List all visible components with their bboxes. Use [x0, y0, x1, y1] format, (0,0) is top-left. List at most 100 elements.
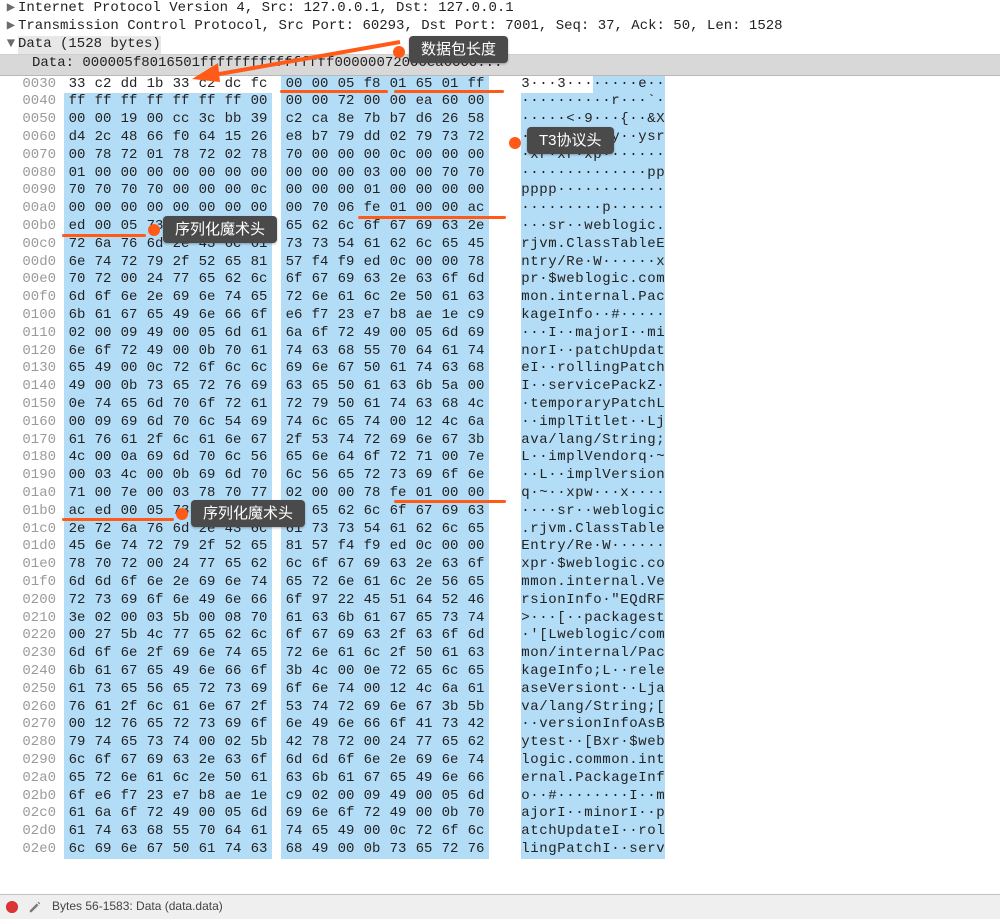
hex-bytes[interactable]: 6e6f7249000b70617463685570646174	[64, 343, 503, 361]
hex-offset: 02d0	[0, 823, 64, 841]
hex-row[interactable]: 0040ffffffffffffff000000720000ea6000····…	[0, 93, 1000, 111]
hex-bytes[interactable]: 616a6f724900056d696e6f7249000b70	[64, 805, 503, 823]
hex-row[interactable]: 02007273696f6e496e666f97224551645246rsio…	[0, 592, 1000, 610]
hex-row[interactable]: 01c02e726a766d2e436c6173735461626c65.rjv…	[0, 521, 1000, 539]
hex-row[interactable]: 00700078720178720278700000000c000000·xr·…	[0, 147, 1000, 165]
hex-bytes[interactable]: 001276657273696f6e496e666f417342	[64, 716, 503, 734]
hex-bytes[interactable]: 2e726a766d2e436c6173735461626c65	[64, 521, 503, 539]
hex-row[interactable]: 01500e74656d706f7261727950617463684c·tem…	[0, 396, 1000, 414]
expand-icon[interactable]: ▶	[4, 0, 18, 18]
hex-bytes[interactable]: 6b616765496e666fe6f723e7b8ae1ec9	[64, 307, 503, 325]
tree-row-ipv4[interactable]: ▶ Internet Protocol Version 4, Src: 127.…	[0, 0, 1000, 18]
tree-row-data-sub[interactable]: Data: 000005f8016501ffffffffffffffff0000…	[0, 54, 1000, 75]
collapse-icon[interactable]: ▼	[4, 36, 18, 54]
hex-bytes[interactable]: 01000000000000000000000300007070	[64, 165, 503, 183]
hex-row[interactable]: 0270001276657273696f6e496e666f417342··ve…	[0, 716, 1000, 734]
hex-row[interactable]: 01804c000a696d706c56656e646f7271007eL··i…	[0, 449, 1000, 467]
hex-bytes[interactable]: 65726e616c2e5061636b616765496e66	[64, 770, 503, 788]
hex-row[interactable]: 022000275b4c7765626c6f6769632f636f6d·'[L…	[0, 627, 1000, 645]
hex-bytes[interactable]: 49000b736572766963655061636b5a00	[64, 378, 503, 396]
hex-bytes[interactable]: 33c2dd1b33c2dcfc000005f8016501ff	[64, 76, 503, 94]
hex-row[interactable]: 005000001900cc3cbb39c2ca8e7bb7d62658····…	[0, 111, 1000, 129]
hex-bytes[interactable]: 61736556657273696f6e7400124c6a61	[64, 681, 503, 699]
hex-row[interactable]: 02e06c696e67506174636849000b73657276ling…	[0, 841, 1000, 859]
hex-row[interactable]: 00a00000000000000000007006fe010000ac····…	[0, 200, 1000, 218]
hex-row[interactable]: 025061736556657273696f6e7400124c6a61aseV…	[0, 681, 1000, 699]
hex-bytes[interactable]: 76612f6c616e672f537472696e673b5b	[64, 699, 503, 717]
hex-bytes[interactable]: 0009696d706c5469746c657400124c6a	[64, 414, 503, 432]
hex-row[interactable]: 01006b616765496e666fe6f723e7b8ae1ec9kage…	[0, 307, 1000, 325]
hex-row[interactable]: 01d0456e7472792f52658157f4f9ed0c0000Entr…	[0, 538, 1000, 556]
hex-row[interactable]: 02b06fe6f723e7b8ae1ec90200094900056do··#…	[0, 788, 1000, 806]
hex-bytes[interactable]: 00001900cc3cbb39c2ca8e7bb7d62658	[64, 111, 503, 129]
hex-bytes[interactable]: 4c000a696d706c56656e646f7271007e	[64, 449, 503, 467]
hex-bytes[interactable]: 797465737400025b4278720024776562	[64, 734, 503, 752]
hex-bytes[interactable]: aced00057372001d7765626c6f676963	[64, 503, 503, 521]
hex-bytes[interactable]: 707070700000000c0000000100000000	[64, 182, 503, 200]
hex-bytes[interactable]: 6e7472792f52658157f4f9ed0c000078	[64, 254, 503, 272]
hex-row[interactable]: 01600009696d706c5469746c657400124c6a··im…	[0, 414, 1000, 432]
record-icon[interactable]	[6, 901, 18, 913]
edit-icon[interactable]	[28, 900, 42, 914]
hex-row[interactable]: 00f06d6f6e2e696e7465726e616c2e506163mon.…	[0, 289, 1000, 307]
hex-bytes[interactable]: 6c696e67506174636849000b73657276	[64, 841, 503, 859]
hex-bytes[interactable]: 6fe6f723e7b8ae1ec90200094900056d	[64, 788, 503, 806]
hex-row[interactable]: 02306d6f6e2f696e7465726e616c2f506163mon/…	[0, 645, 1000, 663]
hex-row[interactable]: 00e0707200247765626c6f6769632e636f6dpr·$…	[0, 271, 1000, 289]
hex-row[interactable]: 02906c6f6769632e636f6d6d6f6e2e696e74logi…	[0, 752, 1000, 770]
hex-bytes[interactable]: 6c6f6769632e636f6d6d6f6e2e696e74	[64, 752, 503, 770]
hex-view[interactable]: 数据包长度 T3协议头 序列化魔术头 序列化魔术头 003033c2dd1b33…	[0, 76, 1000, 859]
hex-row[interactable]: 00b0ed00057372001d7765626c6f6769632e···s…	[0, 218, 1000, 236]
hex-row[interactable]: 01306549000c726f6c6c696e675061746368eI··…	[0, 360, 1000, 378]
hex-bytes[interactable]: 6549000c726f6c6c696e675061746368	[64, 360, 503, 378]
hex-row[interactable]: 02a065726e616c2e5061636b616765496e66erna…	[0, 770, 1000, 788]
hex-row[interactable]: 01206e6f7249000b70617463685570646174norI…	[0, 343, 1000, 361]
hex-bytes[interactable]: d42c4866f0641526e8b779dd02797372	[64, 129, 503, 147]
hex-row[interactable]: 01b0aced00057372001d7765626c6f676963····…	[0, 503, 1000, 521]
hex-row[interactable]: 0060d42c4866f0641526e8b779dd02797372·,Hf…	[0, 129, 1000, 147]
hex-row[interactable]: 01706176612f6c616e672f537472696e673bava/…	[0, 432, 1000, 450]
hex-bytes[interactable]: 6d6d6f6e2e696e7465726e616c2e5665	[64, 574, 503, 592]
hex-bytes[interactable]: 3e0200035b00087061636b6167657374	[64, 610, 503, 628]
hex-bytes[interactable]: 0200094900056d616a6f724900056d69	[64, 325, 503, 343]
hex-ascii: I··servicePackZ·	[521, 378, 671, 396]
hex-row[interactable]: 00d06e7472792f52658157f4f9ed0c000078ntry…	[0, 254, 1000, 272]
hex-bytes[interactable]: ffffffffffffff000000720000ea6000	[64, 93, 503, 111]
expand-icon[interactable]: ▶	[4, 18, 18, 36]
hex-row[interactable]: 02406b616765496e666f3b4c000e72656c65kage…	[0, 663, 1000, 681]
hex-row[interactable]: 02c0616a6f724900056d696e6f7249000b70ajor…	[0, 805, 1000, 823]
hex-bytes[interactable]: ed00057372001d7765626c6f6769632e	[64, 218, 503, 236]
hex-bytes[interactable]: 0000000000000000007006fe010000ac	[64, 200, 503, 218]
hex-bytes[interactable]: 0078720178720278700000000c000000	[64, 147, 503, 165]
hex-row[interactable]: 003033c2dd1b33c2dcfc000005f8016501ff3···…	[0, 76, 1000, 94]
hex-bytes[interactable]: 707200247765626c6f6769632e636f6d	[64, 271, 503, 289]
hex-row[interactable]: 01f06d6d6f6e2e696e7465726e616c2e5665mmon…	[0, 574, 1000, 592]
hex-row[interactable]: 026076612f6c616e672f537472696e673b5bva/l…	[0, 699, 1000, 717]
hex-row[interactable]: 019000034c000b696d706c56657273696f6e··L·…	[0, 467, 1000, 485]
hex-row[interactable]: 0280797465737400025b4278720024776562ytes…	[0, 734, 1000, 752]
hex-row[interactable]: 014049000b736572766963655061636b5a00I··s…	[0, 378, 1000, 396]
hex-bytes[interactable]: 7273696f6e496e666f97224551645246	[64, 592, 503, 610]
hex-bytes[interactable]: 00034c000b696d706c56657273696f6e	[64, 467, 503, 485]
hex-bytes[interactable]: 6d6f6e2e696e7465726e616c2e506163	[64, 289, 503, 307]
hex-row[interactable]: 008001000000000000000000000300007070····…	[0, 165, 1000, 183]
hex-bytes[interactable]: 78707200247765626c6f6769632e636f	[64, 556, 503, 574]
hex-row[interactable]: 02103e0200035b00087061636b6167657374>···…	[0, 610, 1000, 628]
hex-bytes[interactable]: 6176612f6c616e672f537472696e673b	[64, 432, 503, 450]
hex-bytes[interactable]: 71007e000378707702000078fe010000	[64, 485, 503, 503]
hex-bytes[interactable]: 6b616765496e666f3b4c000e72656c65	[64, 663, 503, 681]
tree-row-tcp[interactable]: ▶ Transmission Control Protocol, Src Por…	[0, 18, 1000, 36]
hex-row[interactable]: 02d06174636855706461746549000c726f6catch…	[0, 823, 1000, 841]
hex-row[interactable]: 0090707070700000000c0000000100000000pppp…	[0, 182, 1000, 200]
hex-row[interactable]: 00c0726a766d2e436c6173735461626c6545rjvm…	[0, 236, 1000, 254]
hex-row[interactable]: 01100200094900056d616a6f724900056d69···I…	[0, 325, 1000, 343]
hex-row[interactable]: 01e078707200247765626c6f6769632e636fxpr·…	[0, 556, 1000, 574]
hex-bytes[interactable]: 6174636855706461746549000c726f6c	[64, 823, 503, 841]
hex-bytes[interactable]: 6d6f6e2f696e7465726e616c2f506163	[64, 645, 503, 663]
hex-bytes[interactable]: 0e74656d706f7261727950617463684c	[64, 396, 503, 414]
tree-row-data[interactable]: ▼ Data (1528 bytes)	[0, 36, 1000, 54]
hex-bytes[interactable]: 00275b4c7765626c6f6769632f636f6d	[64, 627, 503, 645]
hex-row[interactable]: 01a071007e000378707702000078fe010000q·~·…	[0, 485, 1000, 503]
hex-bytes[interactable]: 726a766d2e436c6173735461626c6545	[64, 236, 503, 254]
hex-bytes[interactable]: 456e7472792f52658157f4f9ed0c0000	[64, 538, 503, 556]
